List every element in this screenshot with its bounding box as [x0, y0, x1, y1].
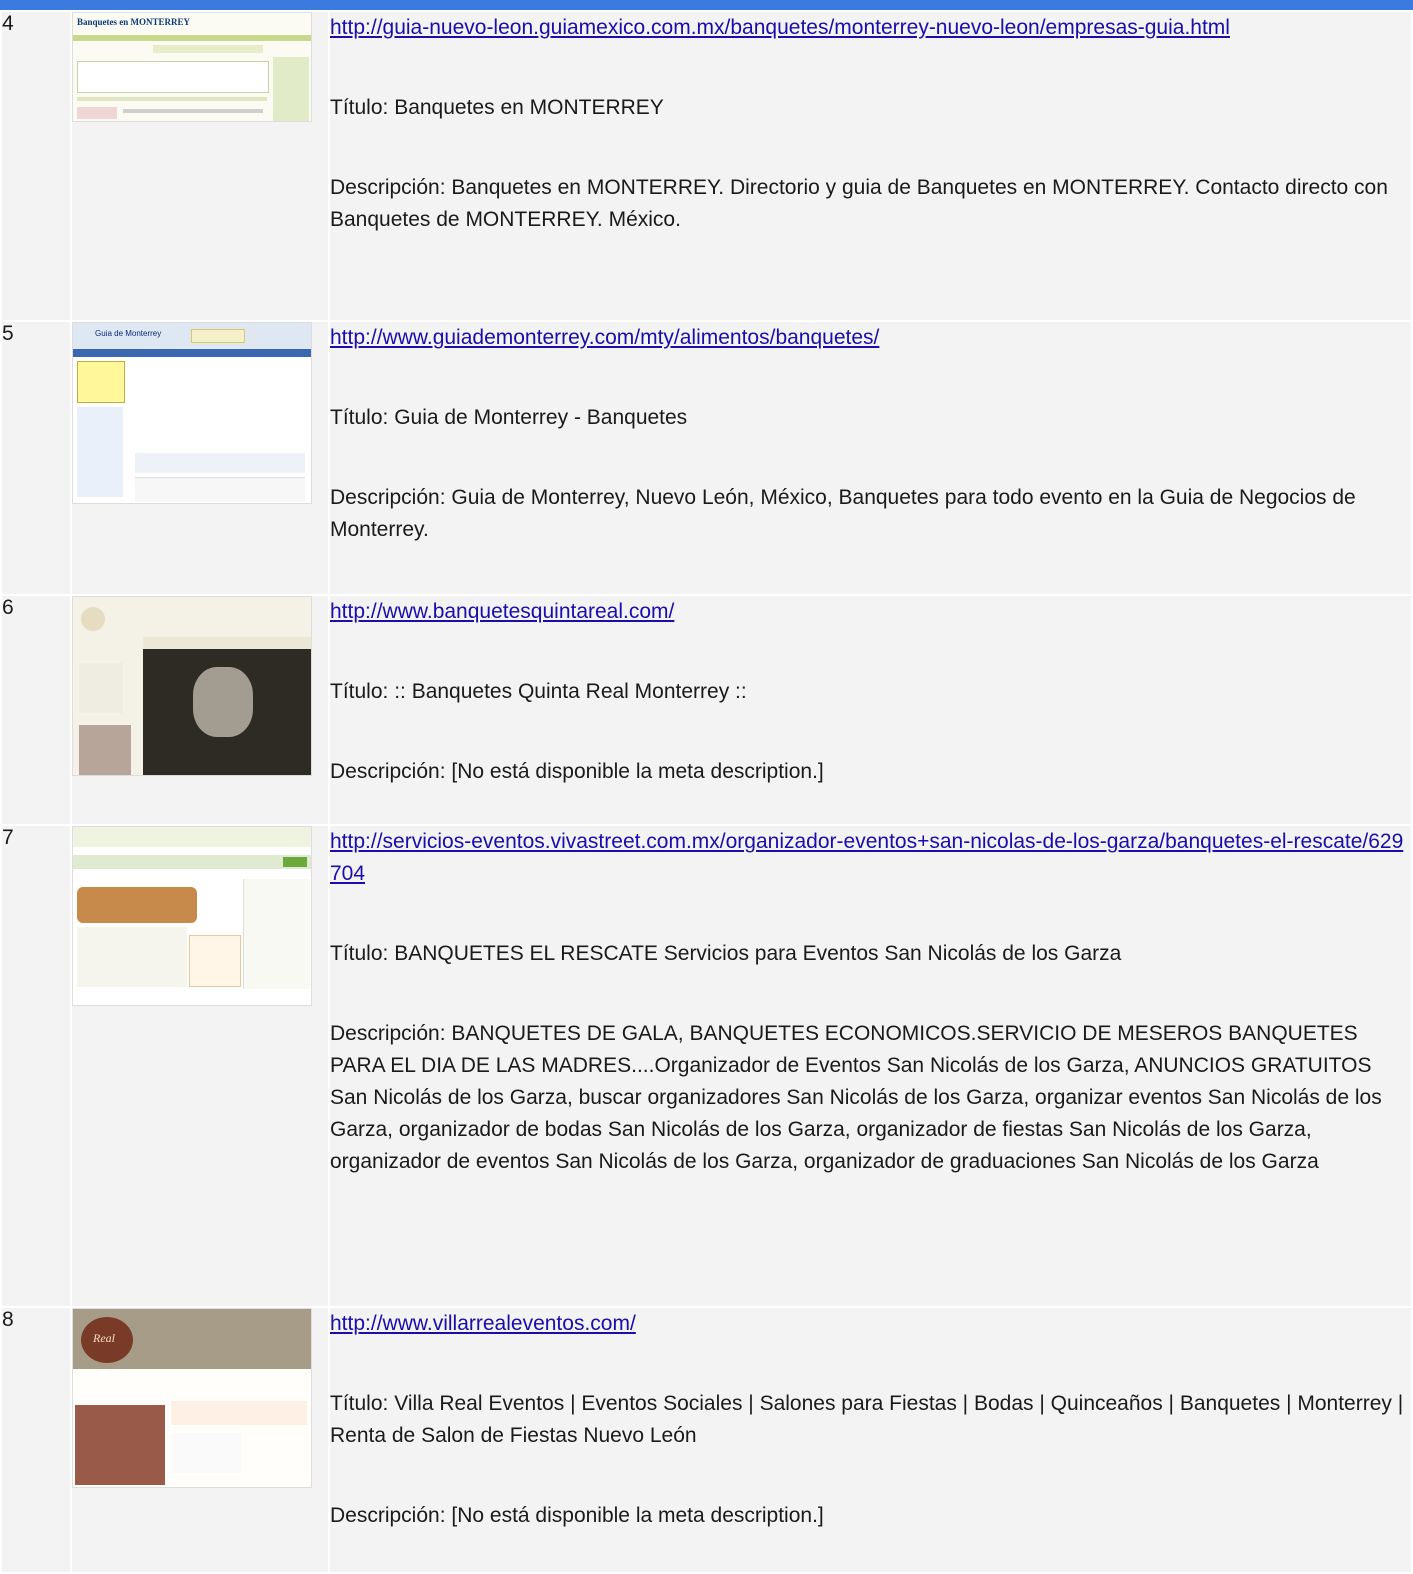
table-row: 6 http://www.banquetesquintareal.com/ Tí… — [2, 596, 1411, 824]
results-table: 4 Banquetes en MONTERREY http://guia-nue… — [0, 10, 1413, 1574]
thumbnail-cell — [72, 826, 328, 1306]
result-description: Descripción: Banquetes en MONTERREY. Dir… — [330, 176, 1388, 231]
result-description: Descripción: [No está disponible la meta… — [330, 760, 824, 783]
result-info: http://www.guiademonterrey.com/mty/alime… — [330, 322, 1411, 594]
result-info: http://servicios-eventos.vivastreet.com.… — [330, 826, 1411, 1306]
thumbnail-title-text: Real — [93, 1331, 115, 1345]
result-title: Título: Villa Real Eventos | Eventos Soc… — [330, 1392, 1404, 1447]
result-url-link[interactable]: http://www.villarrealeventos.com/ — [330, 1312, 636, 1335]
site-thumbnail[interactable]: Real — [72, 1308, 312, 1488]
result-title: Título: Banquetes en MONTERREY — [330, 96, 664, 119]
result-url-link[interactable]: http://guia-nuevo-leon.guiamexico.com.mx… — [330, 16, 1230, 39]
result-description: Descripción: BANQUETES DE GALA, BANQUETE… — [330, 1022, 1382, 1173]
result-info: http://www.banquetesquintareal.com/ Títu… — [330, 596, 1411, 824]
thumbnail-title-text: Banquetes en MONTERREY — [77, 17, 191, 27]
result-number: 8 — [2, 1308, 70, 1572]
result-title: Título: Guia de Monterrey - Banquetes — [330, 406, 688, 429]
site-thumbnail[interactable]: Banquetes en MONTERREY — [72, 12, 312, 122]
result-description: Descripción: [No está disponible la meta… — [330, 1504, 824, 1527]
top-accent-bar — [0, 0, 1413, 10]
table-row: 8 Real http://www.villarrealeventos.com/… — [2, 1308, 1411, 1572]
result-url-link[interactable]: http://www.guiademonterrey.com/mty/alime… — [330, 326, 879, 349]
result-info: http://guia-nuevo-leon.guiamexico.com.mx… — [330, 12, 1411, 320]
result-info: http://www.villarrealeventos.com/ Título… — [330, 1308, 1411, 1572]
site-thumbnail[interactable]: Guia de Monterrey — [72, 322, 312, 504]
result-number: 4 — [2, 12, 70, 320]
result-number: 7 — [2, 826, 70, 1306]
result-url-link[interactable]: http://www.banquetesquintareal.com/ — [330, 600, 674, 623]
result-url-link[interactable]: http://servicios-eventos.vivastreet.com.… — [330, 830, 1403, 885]
site-thumbnail[interactable] — [72, 596, 312, 776]
site-thumbnail[interactable] — [72, 826, 312, 1006]
result-number: 6 — [2, 596, 70, 824]
thumbnail-cell: Banquetes en MONTERREY — [72, 12, 328, 320]
result-description: Descripción: Guia de Monterrey, Nuevo Le… — [330, 486, 1356, 541]
table-row: 4 Banquetes en MONTERREY http://guia-nue… — [2, 12, 1411, 320]
table-row: 7 http://servicios-eventos.vivastreet.co… — [2, 826, 1411, 1306]
thumbnail-cell: Guia de Monterrey — [72, 322, 328, 594]
table-row: 5 Guia de Monterrey http://www.guiademon… — [2, 322, 1411, 594]
result-number: 5 — [2, 322, 70, 594]
result-title: Título: BANQUETES EL RESCATE Servicios p… — [330, 942, 1122, 965]
result-title: Título: :: Banquetes Quinta Real Monterr… — [330, 680, 747, 703]
thumbnail-cell — [72, 596, 328, 824]
thumbnail-title-text: Guia de Monterrey — [95, 329, 162, 338]
thumbnail-cell: Real — [72, 1308, 328, 1572]
